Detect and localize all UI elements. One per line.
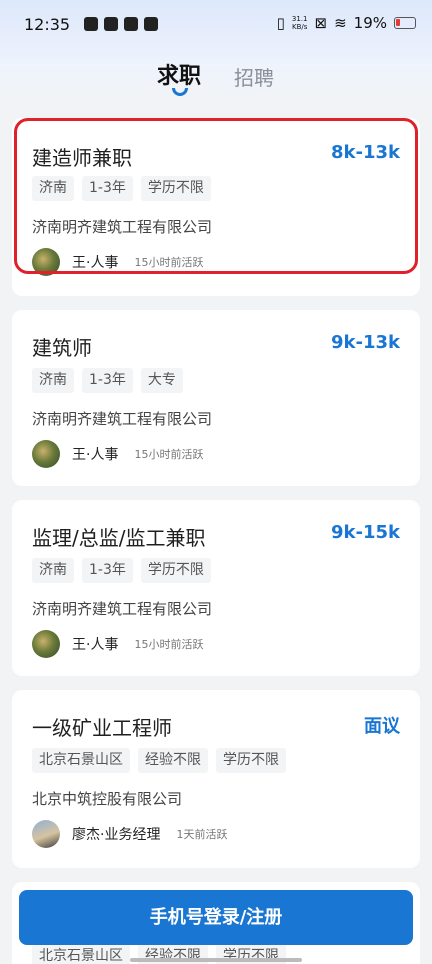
tag-experience: 1-3年: [82, 558, 133, 583]
battery-icon: [394, 17, 416, 29]
avatar: [32, 440, 60, 468]
top-tabs: 求职 招聘: [0, 58, 432, 102]
wifi-icon: ≋: [334, 14, 347, 32]
app-grid-icon: [144, 17, 158, 31]
job-card[interactable]: 建筑师 9k-13k 济南 1-3年 大专 济南明齐建筑工程有限公司 王·人事 …: [12, 310, 420, 486]
tag-education: 学历不限: [216, 748, 286, 773]
login-register-button[interactable]: 手机号登录/注册: [19, 890, 413, 945]
status-bar: 12:35 ▯ 31.1 KB/s ⊠ ≋ 19%: [0, 0, 432, 50]
company-name: 北京中筑控股有限公司: [32, 790, 183, 808]
job-card[interactable]: 监理/总监/监工兼职 9k-15k 济南 1-3年 学历不限 济南明齐建筑工程有…: [12, 500, 420, 676]
job-tags: 北京石景山区 经验不限 学历不限: [32, 748, 286, 773]
tiktok-icon: [124, 17, 138, 31]
tag-education: 大专: [140, 368, 183, 393]
recruiter-info: 王·人事 15小时前活跃: [32, 630, 203, 658]
job-salary: 9k-13k: [331, 332, 400, 353]
tag-location: 济南: [32, 558, 74, 583]
recruiter-name: 王·人事: [72, 637, 119, 653]
status-time: 12:35: [24, 15, 71, 34]
avatar: [32, 630, 60, 658]
recruiter-active: 1天前活跃: [176, 828, 228, 841]
tab-recruiting[interactable]: 招聘: [234, 62, 274, 91]
job-salary: 面议: [364, 716, 400, 737]
tag-location: 济南: [32, 368, 74, 393]
net-speed-unit: KB/s: [292, 23, 308, 31]
recruiter-info: 廖杰·业务经理 1天前活跃: [32, 820, 227, 848]
net-speed-value: 31.1: [291, 15, 308, 23]
battery-percent: 19%: [353, 14, 387, 32]
highlight-box: [14, 118, 418, 274]
home-indicator[interactable]: [130, 958, 302, 962]
recruiter-name: 王·人事: [72, 447, 119, 463]
app-notification-icon: [84, 17, 98, 31]
tag-location: 北京石景山区: [32, 748, 130, 773]
job-title: 监理/总监/监工兼职: [32, 526, 206, 550]
notification-icons: [84, 17, 158, 31]
job-salary: 9k-15k: [331, 522, 400, 543]
vibrate-icon: ▯: [276, 14, 285, 32]
recruiter-info: 王·人事 15小时前活跃: [32, 440, 203, 468]
company-name: 济南明齐建筑工程有限公司: [32, 410, 213, 428]
recruiter-name: 廖杰·业务经理: [72, 827, 161, 843]
no-sim-icon: ⊠: [314, 14, 328, 32]
net-speed: 31.1 KB/s: [292, 15, 308, 31]
tag-education: 学历不限: [140, 558, 211, 583]
tag-experience: 经验不限: [138, 748, 208, 773]
mail-icon: [104, 17, 118, 31]
recruiter-active: 15小时前活跃: [134, 638, 204, 651]
tab-job-seeking[interactable]: 求职: [157, 58, 201, 90]
recruiter-active: 15小时前活跃: [134, 448, 204, 461]
job-card[interactable]: 一级矿业工程师 面议 北京石景山区 经验不限 学历不限 北京中筑控股有限公司 廖…: [12, 690, 420, 868]
job-title: 建筑师: [32, 336, 92, 360]
job-title: 一级矿业工程师: [32, 716, 172, 740]
status-right: ▯ 31.1 KB/s ⊠ ≋ 19%: [277, 14, 416, 32]
job-tags: 济南 1-3年 学历不限: [32, 558, 211, 583]
job-tags: 济南 1-3年 大专: [32, 368, 183, 393]
company-name: 济南明齐建筑工程有限公司: [32, 600, 213, 618]
avatar: [32, 820, 60, 848]
tab-indicator: [172, 88, 188, 96]
tag-experience: 1-3年: [82, 368, 133, 393]
tag-location: 北京石景山区: [32, 944, 130, 964]
